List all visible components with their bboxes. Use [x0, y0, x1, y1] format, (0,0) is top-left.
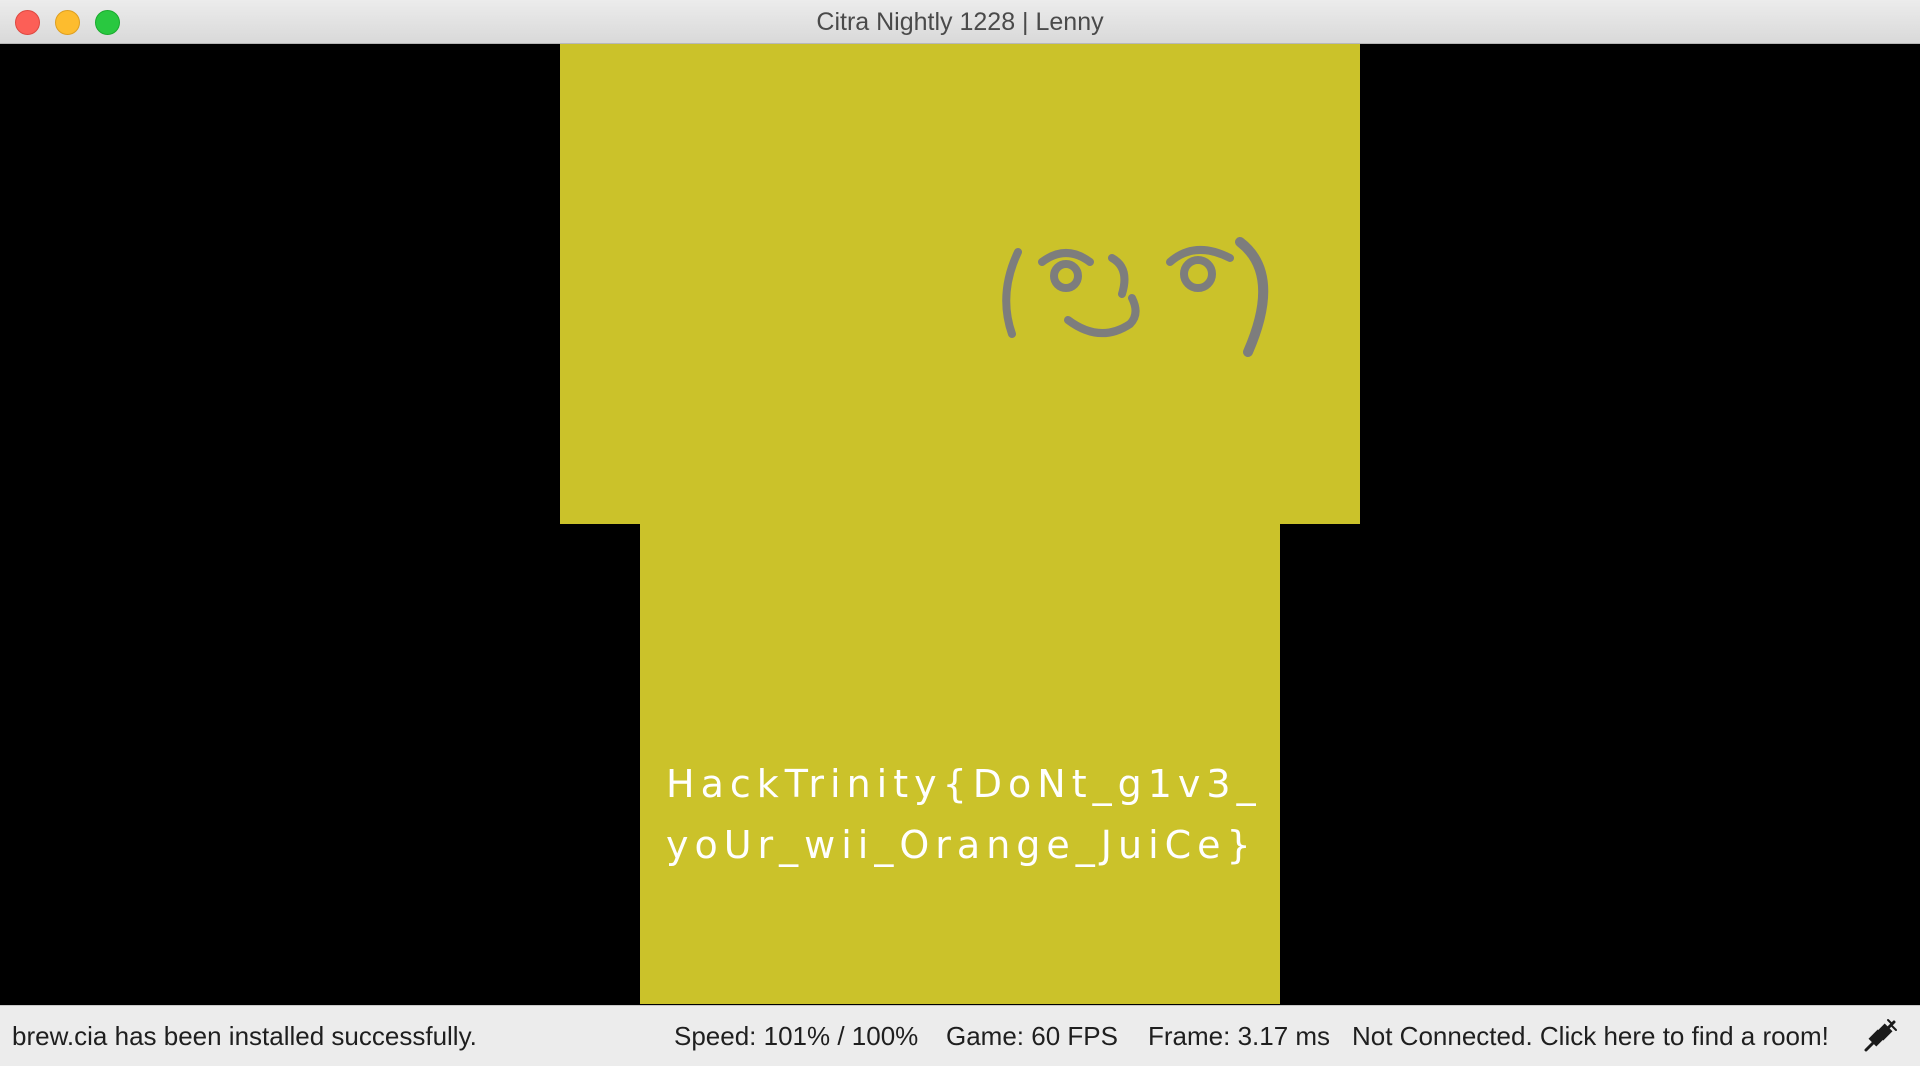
disconnected-plug-icon[interactable] [1862, 1018, 1898, 1054]
emulation-speed: Speed: 101% / 100% [674, 1021, 919, 1051]
lenny-face-icon [1002, 237, 1269, 357]
title-bar[interactable]: Citra Nightly 1228 | Lenny [0, 0, 1920, 44]
emulator-display[interactable]: HackTrinity{DoNt_g1v3_ yoUr_wii_Orange_J… [0, 44, 1920, 1004]
bottom-screen: HackTrinity{DoNt_g1v3_ yoUr_wii_Orange_J… [640, 524, 1280, 1004]
top-screen [560, 44, 1360, 524]
status-message: brew.cia has been installed successfully… [12, 1021, 477, 1051]
window-title: Citra Nightly 1228 | Lenny [816, 8, 1104, 36]
status-bar: brew.cia has been installed successfully… [0, 1005, 1920, 1066]
network-status-link[interactable]: Not Connected. Click here to find a room… [1352, 1021, 1829, 1052]
frame-time: Frame: 3.17 ms [1148, 1021, 1331, 1051]
game-fps: Game: 60 FPS [946, 1021, 1118, 1051]
flag-text: HackTrinity{DoNt_g1v3_ yoUr_wii_Orange_J… [666, 754, 1266, 876]
flag-line-2: yoUr_wii_Orange_JuiCe} [666, 823, 1257, 867]
flag-line-1: HackTrinity{DoNt_g1v3_ [666, 762, 1262, 806]
